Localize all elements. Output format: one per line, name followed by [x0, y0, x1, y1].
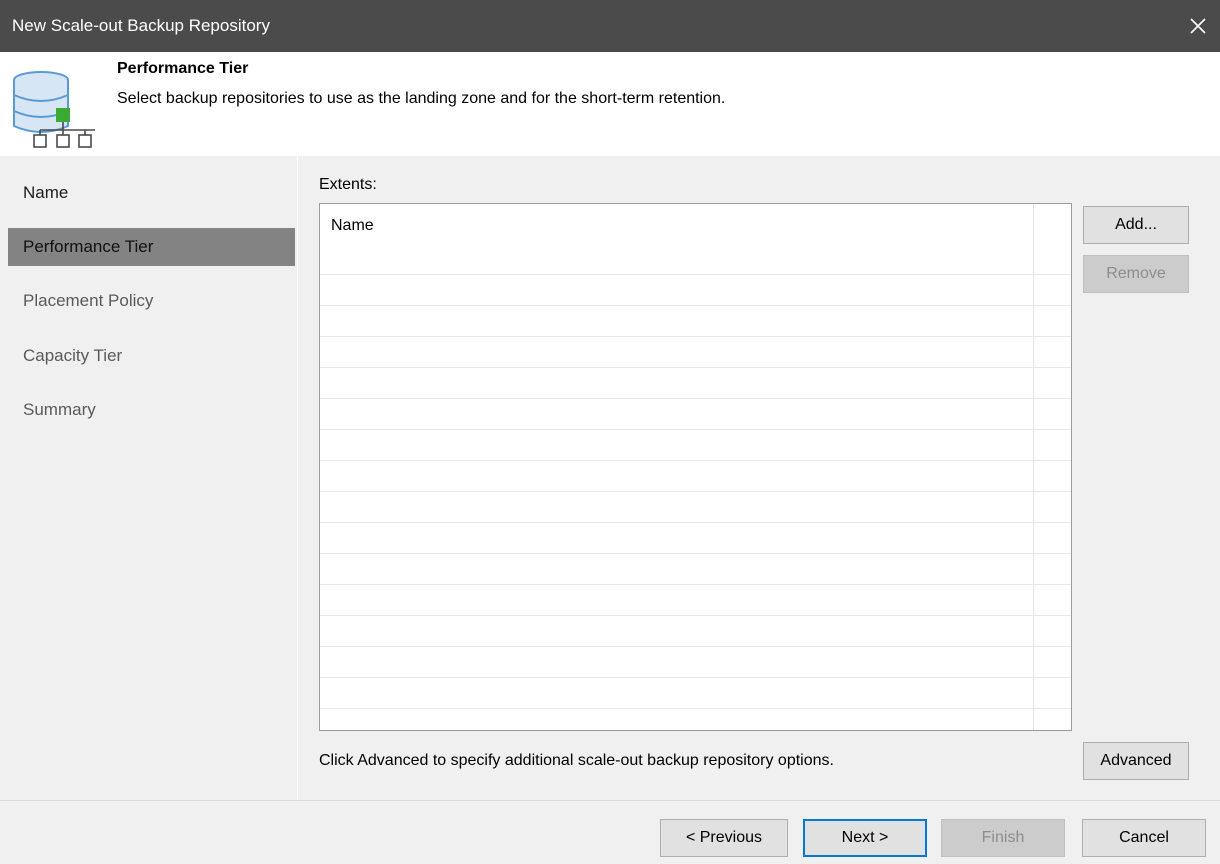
list-row-line [320, 491, 1071, 492]
step-performance-tier[interactable]: Performance Tier [8, 228, 295, 266]
column-header-name[interactable]: Name [331, 217, 374, 235]
list-row-line [320, 615, 1071, 616]
list-row-line [320, 305, 1071, 306]
wizard-footer: < Previous Next > Finish Cancel [0, 800, 1220, 864]
main-panel: Extents: Name Add... Remove Click Advanc… [297, 156, 1220, 800]
list-row-line [320, 367, 1071, 368]
extents-label: Extents: [319, 176, 377, 193]
step-placement-policy[interactable]: Placement Policy [8, 282, 295, 320]
advanced-hint: Click Advanced to specify additional sca… [319, 752, 834, 769]
add-button[interactable]: Add... [1083, 206, 1189, 244]
window-title: New Scale-out Backup Repository [12, 16, 270, 35]
wizard-header: Performance Tier Select backup repositor… [0, 52, 1220, 156]
list-row-line [320, 522, 1071, 523]
list-row-line [320, 553, 1071, 554]
list-row-line [320, 708, 1071, 709]
list-row-line [320, 677, 1071, 678]
step-summary[interactable]: Summary [8, 391, 295, 429]
step-capacity-tier[interactable]: Capacity Tier [8, 337, 295, 375]
repository-database-icon [12, 70, 102, 150]
wizard-steps-sidebar: Name Performance Tier Placement Policy C… [0, 156, 297, 800]
list-row-line [320, 336, 1071, 337]
list-row-line [320, 429, 1071, 430]
close-icon[interactable] [1176, 0, 1220, 52]
step-description: Select backup repositories to use as the… [117, 90, 726, 107]
list-row-line [320, 584, 1071, 585]
remove-button[interactable]: Remove [1083, 255, 1189, 293]
wizard-window: New Scale-out Backup Repository Performa… [0, 0, 1220, 864]
list-row-line [320, 274, 1071, 275]
advanced-button[interactable]: Advanced [1083, 742, 1189, 780]
list-row-line [320, 460, 1071, 461]
step-title: Performance Tier [117, 60, 249, 77]
column-divider [1033, 204, 1034, 730]
previous-button[interactable]: < Previous [660, 819, 788, 857]
title-bar: New Scale-out Backup Repository [0, 0, 1220, 52]
step-name[interactable]: Name [8, 174, 295, 212]
cancel-button[interactable]: Cancel [1082, 819, 1206, 857]
list-row-line [320, 398, 1071, 399]
next-button[interactable]: Next > [803, 819, 927, 857]
extents-list[interactable]: Name [319, 203, 1072, 731]
list-row-line [320, 646, 1071, 647]
finish-button[interactable]: Finish [941, 819, 1065, 857]
